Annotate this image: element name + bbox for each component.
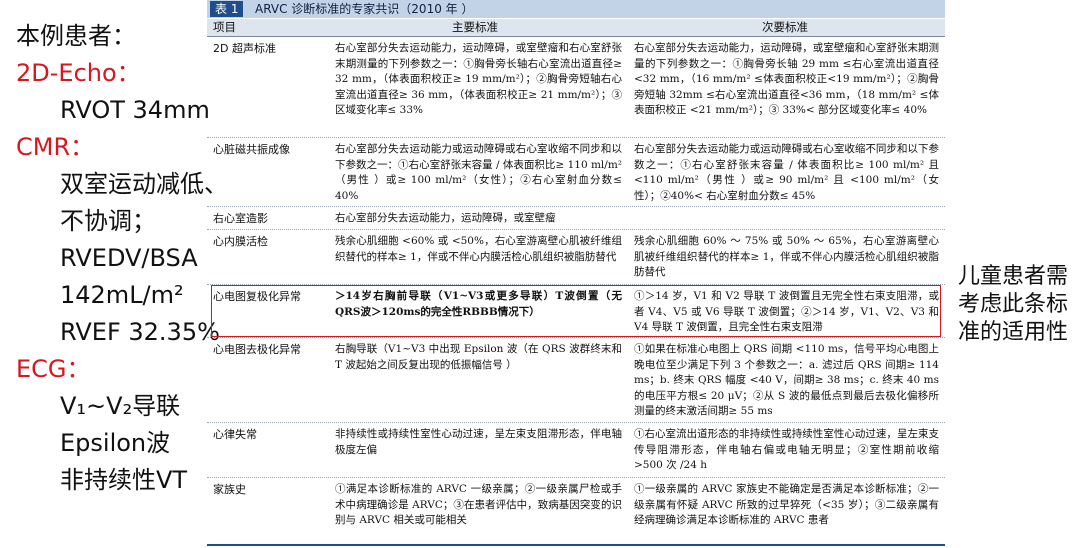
row-item: 家族史 [213,483,246,496]
row-major: 右心室部分失去运动能力，运动障碍，或室壁瘤和右心室舒张末期测量的下列参数之一：①… [335,42,622,117]
table-row: 家族史 ①满足本诊断标准的 ARVC 一级亲属；②一级亲属尸检或手术中病理确诊是… [207,478,945,542]
header-minor: 次要标准 [762,20,808,34]
row-minor: ①如果在标准心电图上 QRS 间期 <110 ms，信号平均心电图上晚电位至少满… [634,343,939,418]
row-minor: ①右心室流出道形态的非持续性或持续性室性心动过速，呈左束支传导阻滞形态，伴电轴右… [634,428,939,472]
row-major: 残余心肌细胞 <60% 或 <50%，右心室游离壁心肌被纤维组织替代的样本≥ 1… [335,235,622,263]
row-major: ①满足本诊断标准的 ARVC 一级亲属；②一级亲属尸检或手术中病理确诊是 ARV… [335,483,622,527]
cmr-finding-2: 不协调； [60,207,156,235]
ecg-finding-2: Epsilon波 [60,429,171,457]
row-item: 心脏磁共振成像 [213,143,290,156]
arvc-criteria-table: 表 1 ARVC 诊断标准的专家共识（2010 年 ） 项目 主要标准 次要标准… [207,0,945,548]
header-item: 项目 [213,20,236,34]
table-number-tag: 表 1 [210,1,244,17]
row-minor: 残余心肌细胞 60% ～ 75% 或 50% ～ 65%，右心室游离壁心肌被纤维… [634,235,939,279]
patient-heading: 本例患者： [16,22,136,50]
table-row: 右心室造影 右心室部分失去运动能力，运动障碍，或室壁瘤 [207,207,945,230]
table-row: 2D 超声标准 右心室部分失去运动能力，运动障碍，或室壁瘤和右心室舒张末期测量的… [207,37,945,138]
row-item: 右心室造影 [213,212,268,225]
ecg-finding-1: V₁~V₂导联 [60,392,181,420]
header-major: 主要标准 [452,20,498,34]
table-bottom-rule [207,544,945,546]
row-item: 心电图去极化异常 [213,343,301,356]
cmr-finding-1: 双室运动减低、 [60,170,228,198]
echo-label: 2D-Echo： [16,59,141,87]
cmr-label: CMR： [16,133,95,161]
table-title: ARVC 诊断标准的专家共识（2010 年 ） [255,2,474,16]
table-row: 心脏磁共振成像 右心室部分失去运动能力或运动障碍或右心室收缩不同步和以下参数之一… [207,138,945,207]
row-major: 右心室部分失去运动能力或运动障碍或右心室收缩不同步和以下参数之一：①右心室舒张末… [335,143,622,202]
row-minor: 右心室部分失去运动能力或运动障碍或右心室收缩不同步和以下参数之一：①右心室舒张末… [634,143,939,202]
row-minor: ①一级亲属的 ARVC 家族史不能确定是否满足本诊断标准；②一级亲属有怀疑 AR… [634,483,939,527]
ecg-finding-3: 非持续性VT [60,466,188,494]
table-header-row: 项目 主要标准 次要标准 [207,19,945,37]
patient-findings: 本例患者： 2D-Echo： RVOT 34mm CMR： 双室运动减低、 不协… [16,18,228,499]
table-row: 心律失常 非持续性或持续性室性心动过速，呈左束支阻滞形态，伴电轴极度左偏 ①右心… [207,423,945,478]
row-item: 心内膜活检 [213,235,268,248]
table-caption: 表 1 ARVC 诊断标准的专家共识（2010 年 ） [207,0,945,18]
pediatric-note: 儿童患者需考虑此条标准的适用性 [958,264,1069,345]
ecg-label: ECG： [16,355,91,383]
row-major: 非持续性或持续性室性心动过速，呈左束支阻滞形态，伴电轴极度左偏 [335,428,622,456]
table-row: 心内膜活检 残余心肌细胞 <60% 或 <50%，右心室游离壁心肌被纤维组织替代… [207,230,945,285]
cmr-finding-3: RVEDV/BSA [60,244,198,272]
highlight-box [211,285,941,337]
table-row: 心电图去极化异常 右胸导联（V1~V3 中出现 Epsilon 波（在 QRS … [207,338,945,423]
cmr-finding-4: 142mL/m² [60,281,184,309]
row-major: 右心室部分失去运动能力，运动障碍，或室壁瘤 [335,212,556,224]
row-item: 心律失常 [213,428,257,441]
row-major: 右胸导联（V1~V3 中出现 Epsilon 波（在 QRS 波群终末和 T 波… [335,343,622,371]
row-item: 2D 超声标准 [213,42,276,55]
echo-value: RVOT 34mm [60,96,210,124]
cmr-finding-5: RVEF 32.35% [60,318,220,346]
row-minor: 右心室部分失去运动能力，运动障碍，或室壁瘤和心室舒张末期测量的下列参数之一：①胸… [634,42,939,117]
